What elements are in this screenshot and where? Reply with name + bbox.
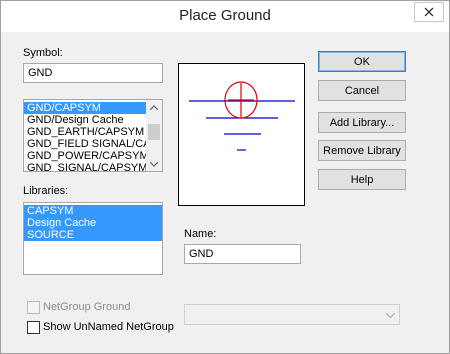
scroll-down-arrow[interactable] [146,157,162,171]
title-bar: Place Ground [1,1,449,32]
symbol-preview [178,63,305,206]
dropdown-arrow[interactable] [383,308,397,322]
list-item[interactable]: GND_POWER/CAPSYM [24,150,162,162]
netgroup-ground-label: NetGroup Ground [43,301,131,313]
symbol-input[interactable]: GND [23,63,163,83]
netgroup-dropdown[interactable] [184,304,400,325]
list-item[interactable]: GND/Design Cache [24,114,162,126]
libraries-list[interactable]: CAPSYM Design Cache SOURCE [23,202,163,275]
show-unnamed-netgroup-label: Show UnNamed NetGroup [43,321,174,333]
scroll-thumb[interactable] [148,124,160,140]
netgroup-ground-checkbox[interactable] [27,301,40,314]
place-ground-dialog: Place Ground Symbol: GND GND/CAPSYM GND/D… [0,0,450,354]
chevron-up-icon [150,104,158,110]
symbol-list[interactable]: GND/CAPSYM GND/Design Cache GND_EARTH/CAPS… [23,99,163,172]
add-library-button[interactable]: Add Library... [318,112,406,133]
remove-library-button[interactable]: Remove Library [318,140,406,161]
list-item[interactable]: SOURCE [24,229,162,241]
list-item[interactable]: GND_EARTH/CAPSYM [24,126,162,138]
list-item[interactable]: Design Cache [24,217,162,229]
scroll-up-arrow[interactable] [146,100,162,114]
list-item[interactable]: GND_FIELD SIGNAL/CA [24,138,162,150]
close-button[interactable] [414,2,444,22]
chevron-down-icon [150,161,158,167]
help-button[interactable]: Help [318,169,406,190]
name-input[interactable]: GND [184,244,301,264]
ok-button[interactable]: OK [318,51,406,72]
ground-symbol-graphic [189,81,295,151]
list-item[interactable]: CAPSYM [24,205,162,217]
cancel-button[interactable]: Cancel [318,80,406,101]
close-icon [424,7,434,17]
libraries-label: Libraries: [23,185,69,197]
name-label: Name: [184,228,217,240]
symbol-list-scrollbar[interactable] [146,100,162,171]
list-item[interactable]: GND/CAPSYM [24,102,162,114]
dialog-title: Place Ground [179,7,271,24]
chevron-down-icon [385,312,395,318]
show-unnamed-netgroup-checkbox[interactable] [27,321,40,334]
symbol-label: Symbol: [23,47,63,59]
list-item[interactable]: GND_SIGNAL/CAPSYM [24,162,162,171]
